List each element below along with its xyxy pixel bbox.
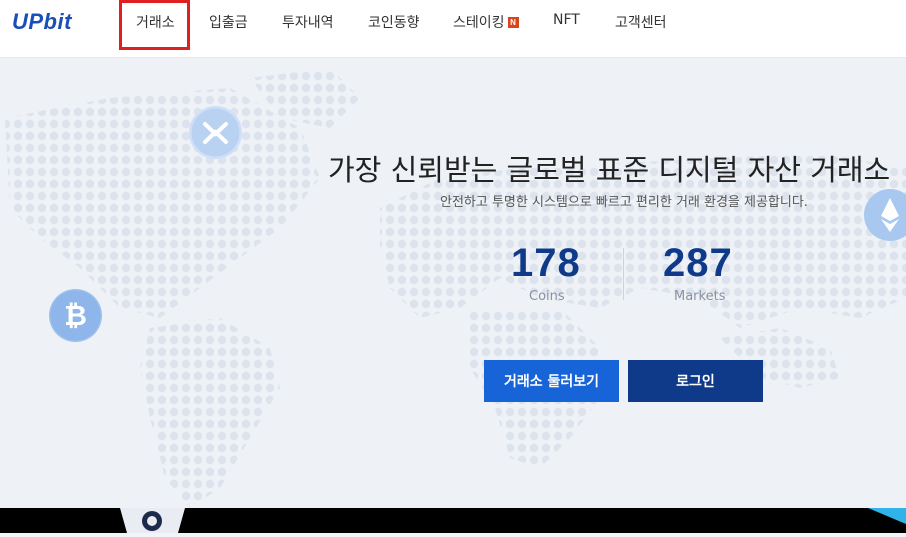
coins-label: Coins bbox=[529, 289, 565, 304]
hero-subtitle: 안전하고 투명한 시스템으로 빠르고 편리한 거래 환경을 제공합니다. bbox=[440, 195, 808, 210]
explore-exchange-button[interactable]: 거래소 둘러보기 bbox=[484, 360, 619, 402]
login-button[interactable]: 로그인 bbox=[628, 360, 763, 402]
top-header: UPbit 거래소 입출금 투자내역 코인동향 스테이킹 N NFT 고객센터 bbox=[0, 0, 906, 58]
new-badge: N bbox=[507, 17, 519, 28]
svg-text:₿: ₿ bbox=[64, 299, 87, 332]
markets-label: Markets bbox=[674, 289, 726, 304]
ethereum-coin-icon bbox=[864, 189, 906, 241]
nav-nft[interactable]: NFT bbox=[553, 12, 580, 28]
bottom-decoration bbox=[120, 508, 906, 533]
selected-nav-highlight bbox=[119, 0, 190, 50]
nav-staking[interactable]: 스테이킹 N bbox=[453, 12, 519, 32]
hero-title: 가장 신뢰받는 글로벌 표준 디지털 자산 거래소 bbox=[328, 153, 891, 187]
nav-customer-center[interactable]: 고객센터 bbox=[615, 12, 667, 32]
bottom-dark-band bbox=[0, 508, 906, 533]
stats-divider bbox=[623, 248, 624, 300]
hero-section: ₿ 가장 신뢰받는 글로벌 표준 디지털 자산 거래소 안전하고 투명한 시스템… bbox=[0, 58, 906, 508]
coins-count: 178 bbox=[511, 241, 581, 285]
nav-investments[interactable]: 투자내역 bbox=[282, 12, 334, 32]
markets-count: 287 bbox=[663, 241, 733, 285]
bitcoin-coin-icon: ₿ bbox=[49, 289, 102, 342]
world-map-graphic bbox=[5, 68, 906, 508]
nav-coin-trends[interactable]: 코인동향 bbox=[368, 12, 420, 32]
nav-deposit-withdraw[interactable]: 입출금 bbox=[209, 12, 248, 32]
upbit-logo[interactable]: UPbit bbox=[12, 9, 72, 35]
nav-staking-label: 스테이킹 bbox=[453, 15, 505, 31]
xrp-coin-icon bbox=[189, 106, 242, 159]
